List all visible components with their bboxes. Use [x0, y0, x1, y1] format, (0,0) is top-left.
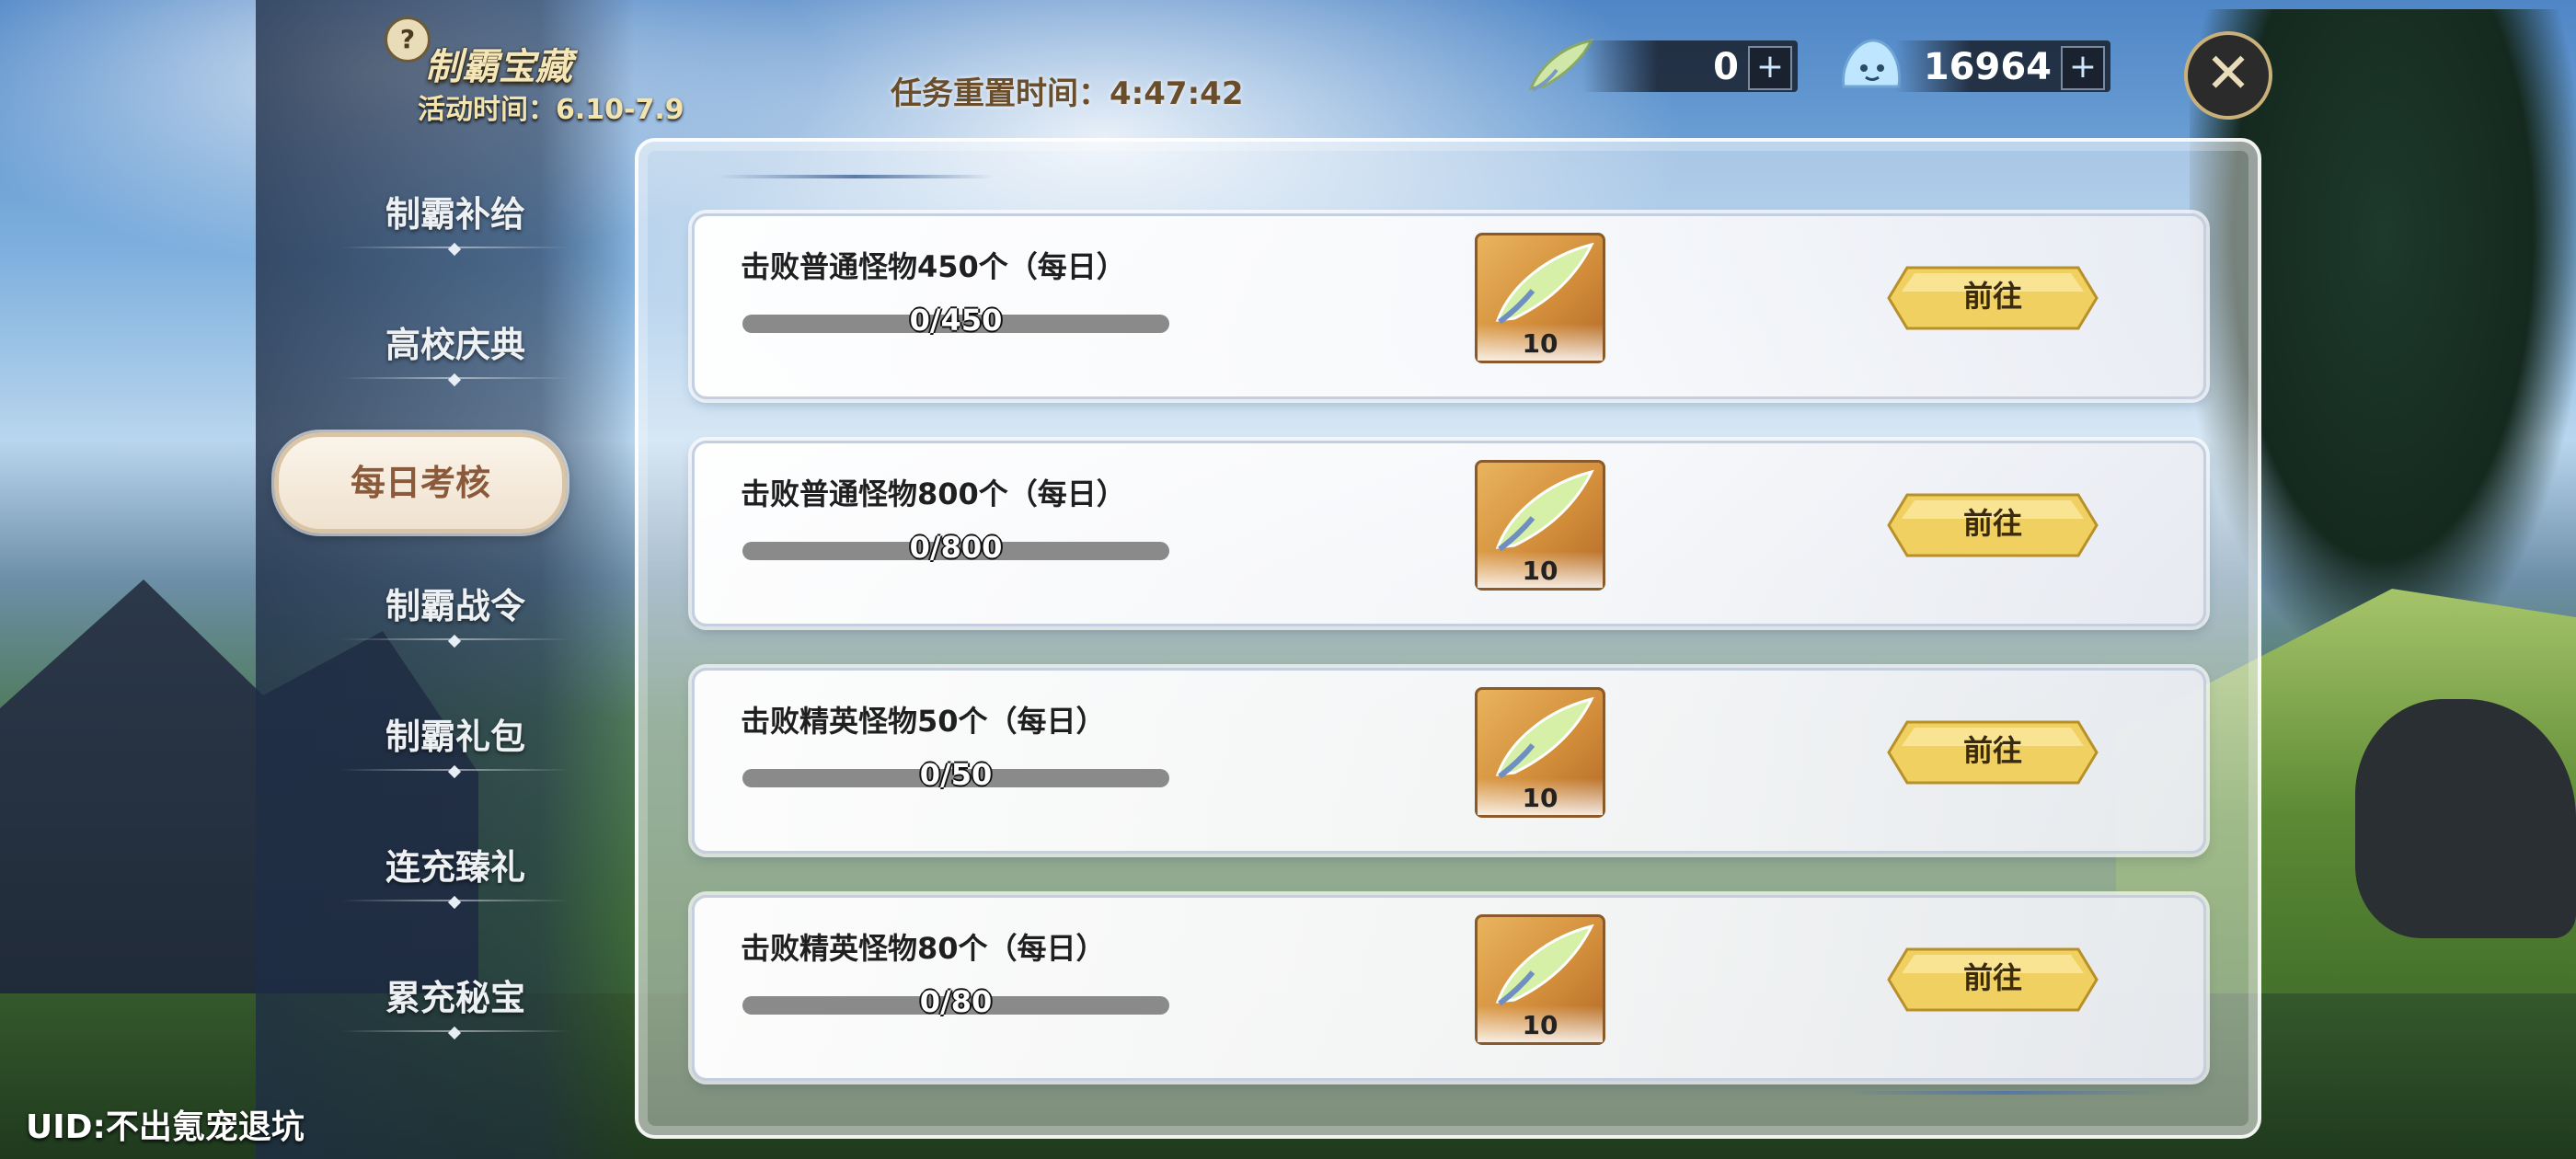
reward-item[interactable]: 10 [1475, 460, 1605, 591]
sidebar-item-consecutive-topup[interactable]: 连充臻礼 [304, 826, 607, 910]
go-button[interactable]: 前往 [1887, 491, 2099, 559]
reward-item[interactable]: 10 [1475, 687, 1605, 818]
wing-feather-icon [1495, 924, 1594, 1006]
currency-gem: 16964 + [1895, 40, 2110, 92]
panel-ornament [718, 175, 994, 178]
sidebar-item-label: 制霸战令 [385, 586, 525, 626]
sidebar-item-label: 制霸补给 [385, 194, 525, 235]
reward-count: 10 [1478, 324, 1603, 361]
reward-item[interactable]: 10 [1475, 914, 1605, 1045]
reward-count: 10 [1478, 778, 1603, 815]
go-button-label: 前往 [1962, 733, 2022, 768]
currency-amount: 0 [1713, 46, 1739, 88]
sidebar-item-daily-assessment[interactable]: 每日考核 [274, 432, 567, 534]
wing-feather-icon [1495, 469, 1594, 552]
divider-dot [447, 373, 462, 387]
help-icon[interactable]: ? [385, 17, 431, 63]
go-button-label: 前往 [1962, 960, 2022, 995]
progress-text: 0/80 [919, 984, 993, 1019]
close-button[interactable]: ✕ [2184, 31, 2272, 120]
reward-count: 10 [1478, 1005, 1603, 1042]
wing-feather-icon [1495, 242, 1594, 325]
task-name: 击败普通怪物800个（每日） [741, 476, 1126, 511]
background-rock [2355, 699, 2576, 938]
go-button-label: 前往 [1962, 279, 2022, 314]
sidebar-item-battle-pass[interactable]: 制霸战令 [304, 565, 607, 648]
task-name: 击败普通怪物450个（每日） [741, 249, 1126, 284]
task-card: 击败普通怪物800个（每日） 0/800 10 前往 [692, 441, 2206, 626]
sidebar-item-label: 制霸礼包 [385, 717, 525, 757]
divider-dot [447, 242, 462, 257]
currency-feather: 0 + [1582, 40, 1798, 92]
sidebar-item-label: 连充臻礼 [385, 847, 525, 888]
add-gem-button[interactable]: + [2061, 46, 2105, 90]
sidebar-item-campus-festival[interactable]: 高校庆典 [304, 304, 607, 387]
sidebar-item-gift-pack[interactable]: 制霸礼包 [304, 695, 607, 779]
progress-text: 0/450 [909, 303, 1003, 338]
task-card: 击败精英怪物50个（每日） 0/50 10 前往 [692, 668, 2206, 854]
go-button[interactable]: 前往 [1887, 264, 2099, 332]
add-feather-button[interactable]: + [1748, 46, 1792, 90]
sidebar-item-label: 每日考核 [350, 463, 490, 503]
reward-item[interactable]: 10 [1475, 233, 1605, 363]
uid-label: UID:不出氪宠退坑 [26, 1108, 305, 1146]
reward-count: 10 [1478, 551, 1603, 588]
sidebar-item-label: 高校庆典 [385, 325, 525, 365]
progress-text: 0/800 [909, 530, 1003, 565]
divider-dot [447, 764, 462, 779]
go-button[interactable]: 前往 [1887, 718, 2099, 786]
task-list: 击败普通怪物450个（每日） 0/450 10 前往 击败普通怪物800个（每日… [692, 213, 2206, 1122]
task-name: 击败精英怪物50个（每日） [741, 704, 1106, 739]
go-button[interactable]: 前往 [1887, 946, 2099, 1014]
currency-amount: 16964 [1923, 46, 2052, 88]
event-title: 制霸宝藏 [425, 46, 572, 88]
wing-feather-icon [1495, 696, 1594, 779]
go-button-label: 前往 [1962, 506, 2022, 541]
sidebar-item-supply[interactable]: 制霸补给 [304, 173, 607, 257]
sidebar-item-cumulative-topup[interactable]: 累充秘宝 [304, 957, 607, 1040]
divider-dot [447, 1026, 462, 1040]
event-time: 活动时间：6.10-7.9 [418, 94, 684, 126]
task-reset-timer: 任务重置时间：4:47:42 [891, 75, 1244, 112]
task-name: 击败精英怪物80个（每日） [741, 931, 1106, 966]
sidebar-item-label: 累充秘宝 [385, 978, 525, 1018]
task-card: 击败普通怪物450个（每日） 0/450 10 前往 [692, 213, 2206, 399]
divider-dot [447, 895, 462, 910]
task-card: 击败精英怪物80个（每日） 0/80 10 前往 [692, 895, 2206, 1081]
divider-dot [447, 634, 462, 648]
progress-text: 0/50 [919, 757, 993, 792]
